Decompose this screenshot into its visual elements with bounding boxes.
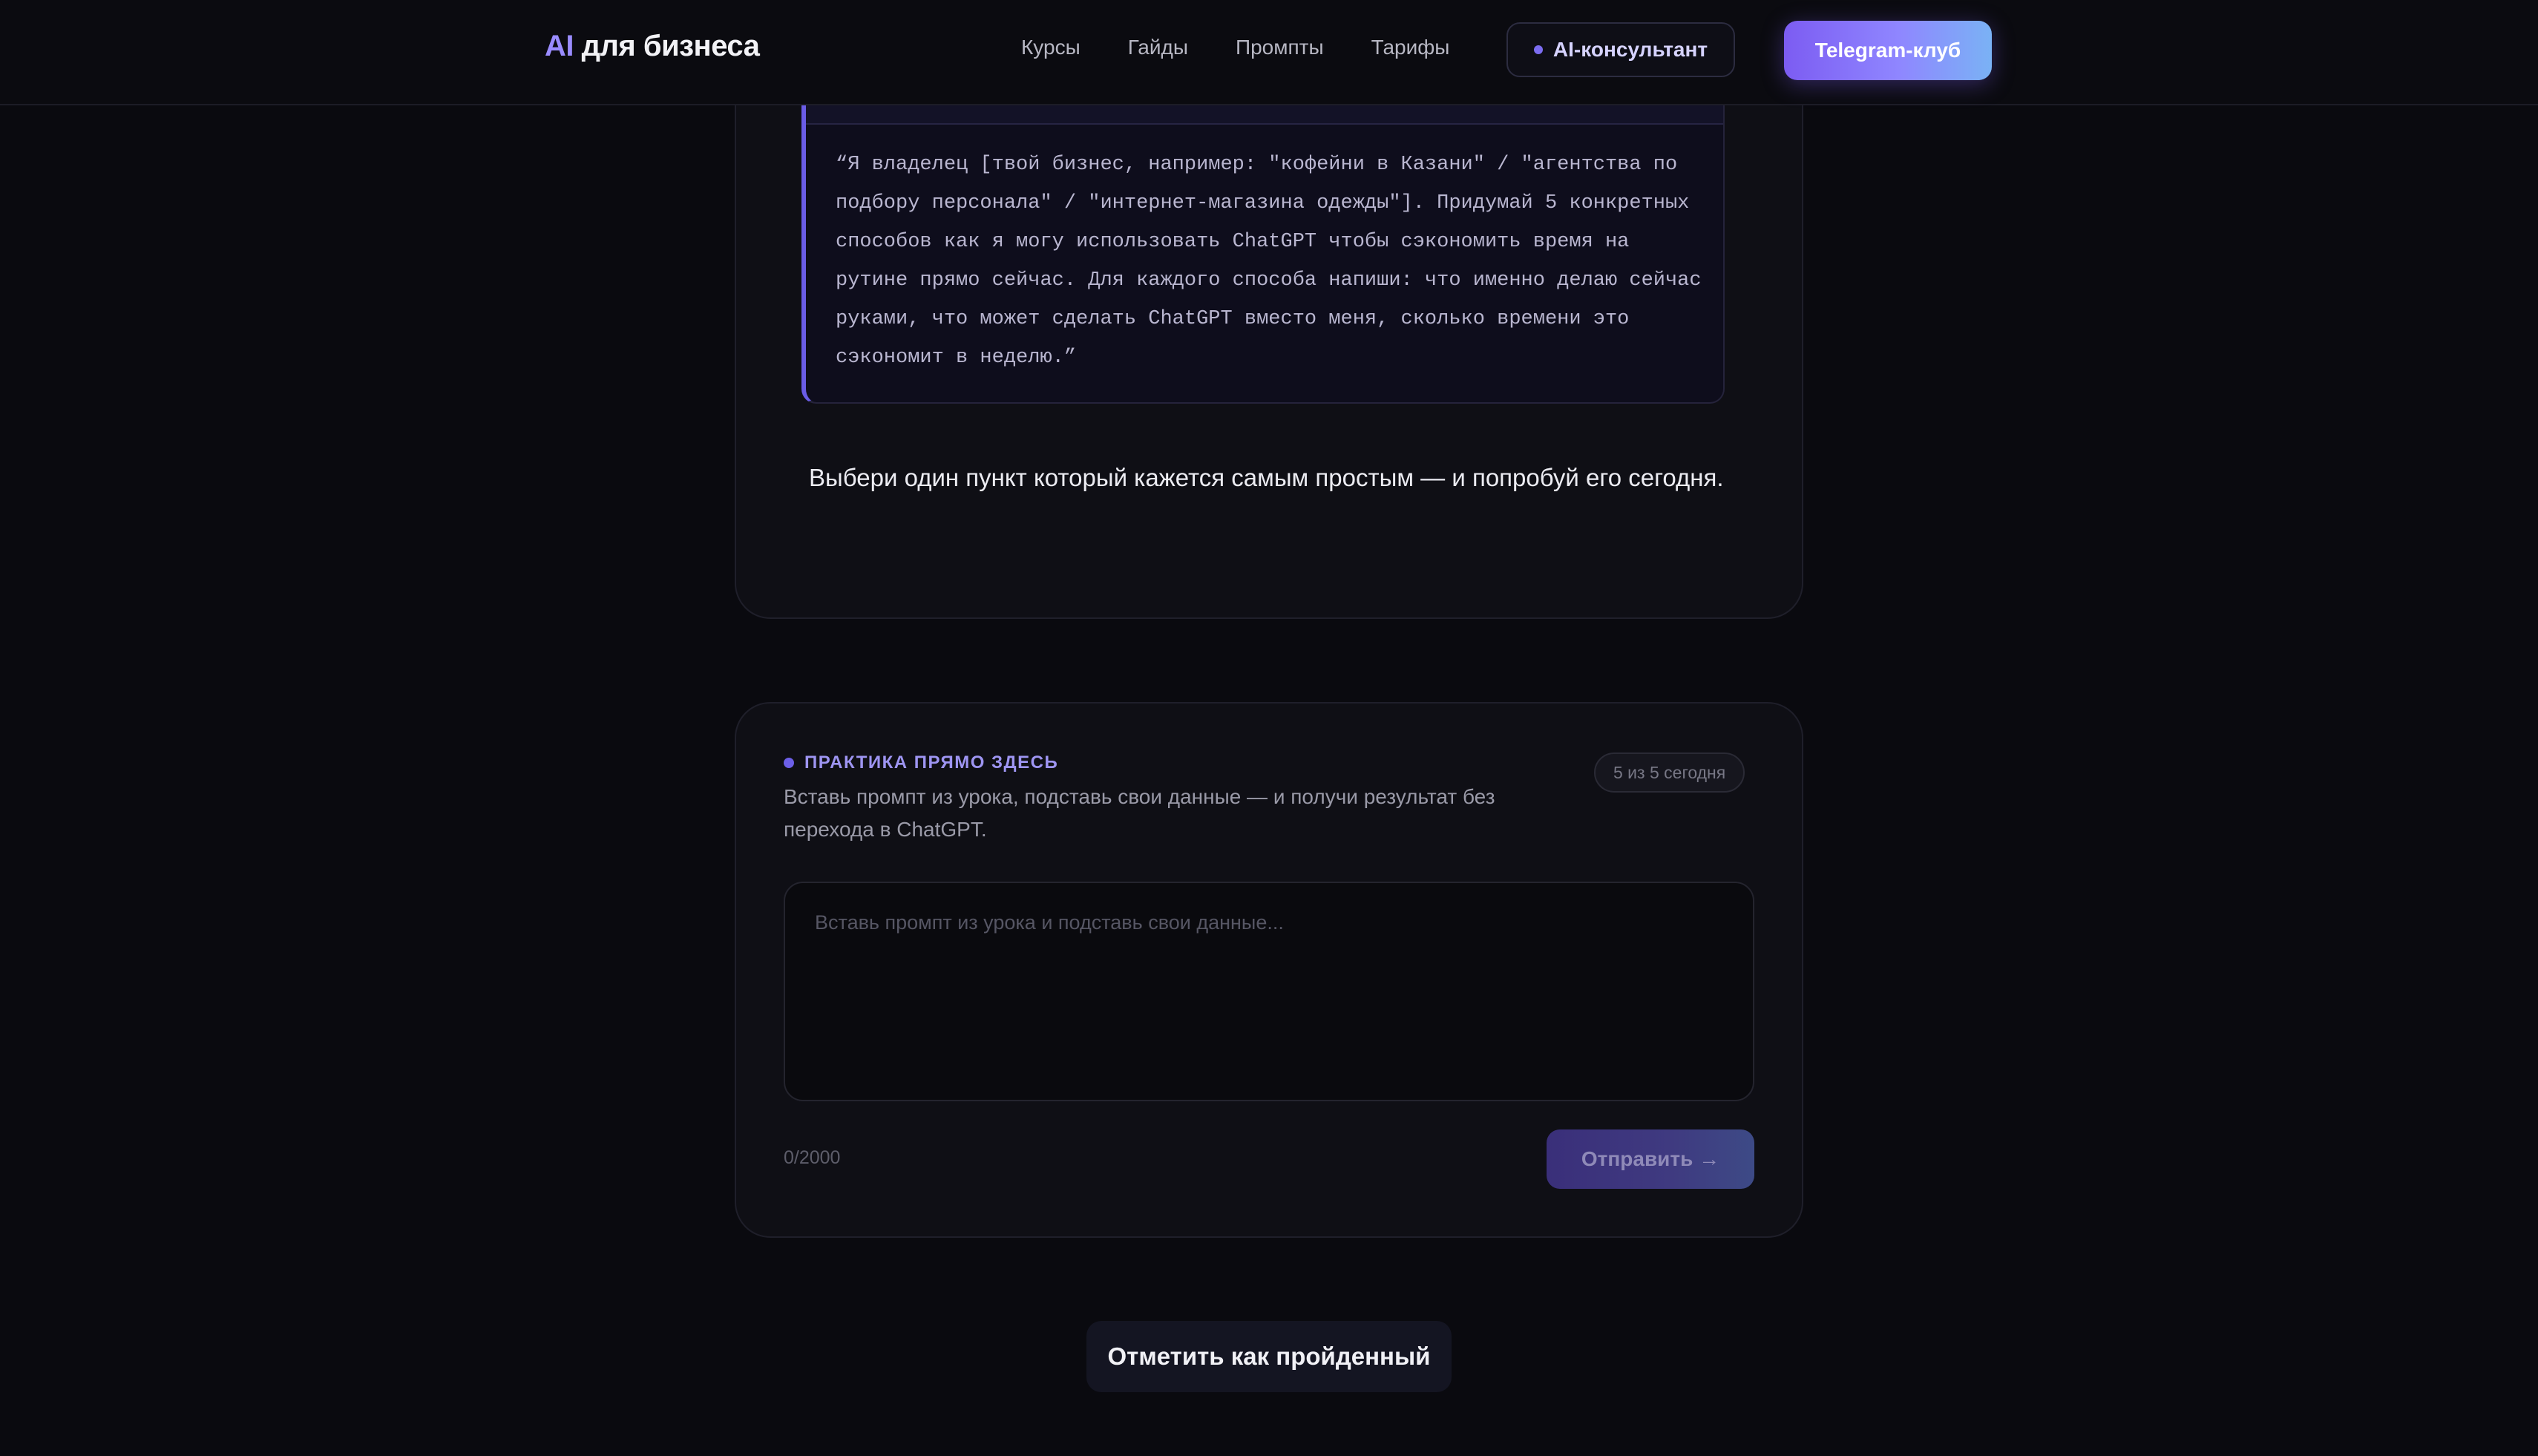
nav-item-pricing[interactable]: Тарифы (1371, 36, 1450, 59)
main-nav: Курсы Гайды Промпты Тарифы (1021, 36, 1449, 59)
practice-heading-label: ПРАКТИКА ПРЯМО ЗДЕСЬ (804, 752, 1059, 773)
logo-text: для бизнеса (574, 30, 760, 62)
lesson-card: “Я владелец [твой бизнес, например: "коф… (735, 15, 1803, 619)
page: AI для бизнеса Курсы Гайды Промпты Тариф… (0, 0, 2538, 1456)
prompt-example-text: “Я владелец [твой бизнес, например: "коф… (836, 154, 1702, 369)
mark-complete-button[interactable]: Отметить как пройденный (1086, 1321, 1452, 1392)
nav-item-guides[interactable]: Гайды (1128, 36, 1188, 59)
status-dot-icon (1533, 45, 1543, 54)
top-header: AI для бизнеса Курсы Гайды Промпты Тариф… (0, 0, 2538, 105)
ai-consultant-button[interactable]: AI-консультант (1506, 22, 1735, 77)
character-counter: 0/2000 (784, 1147, 841, 1168)
ai-consultant-label: AI-консультант (1552, 38, 1708, 61)
practice-description: Вставь промпт из урока, подставь свои да… (784, 785, 1495, 841)
bullet-dot-icon (784, 758, 794, 768)
daily-limit-badge: 5 из 5 сегодня (1594, 752, 1745, 793)
telegram-club-button[interactable]: Telegram-клуб (1784, 21, 1992, 80)
site-logo[interactable]: AI для бизнеса (545, 30, 760, 63)
practice-heading: ПРАКТИКА ПРЯМО ЗДЕСЬ (784, 752, 1058, 773)
logo-accent: AI (545, 30, 574, 62)
practice-card: ПРАКТИКА ПРЯМО ЗДЕСЬ Вставь промпт из ур… (735, 702, 1803, 1238)
nav-item-courses[interactable]: Курсы (1021, 36, 1081, 59)
prompt-input[interactable] (784, 882, 1754, 1101)
nav-item-prompts[interactable]: Промпты (1236, 36, 1324, 59)
lesson-note: Выбери один пункт который кажется самым … (809, 464, 1724, 491)
send-button[interactable]: Отправить → (1547, 1129, 1754, 1189)
